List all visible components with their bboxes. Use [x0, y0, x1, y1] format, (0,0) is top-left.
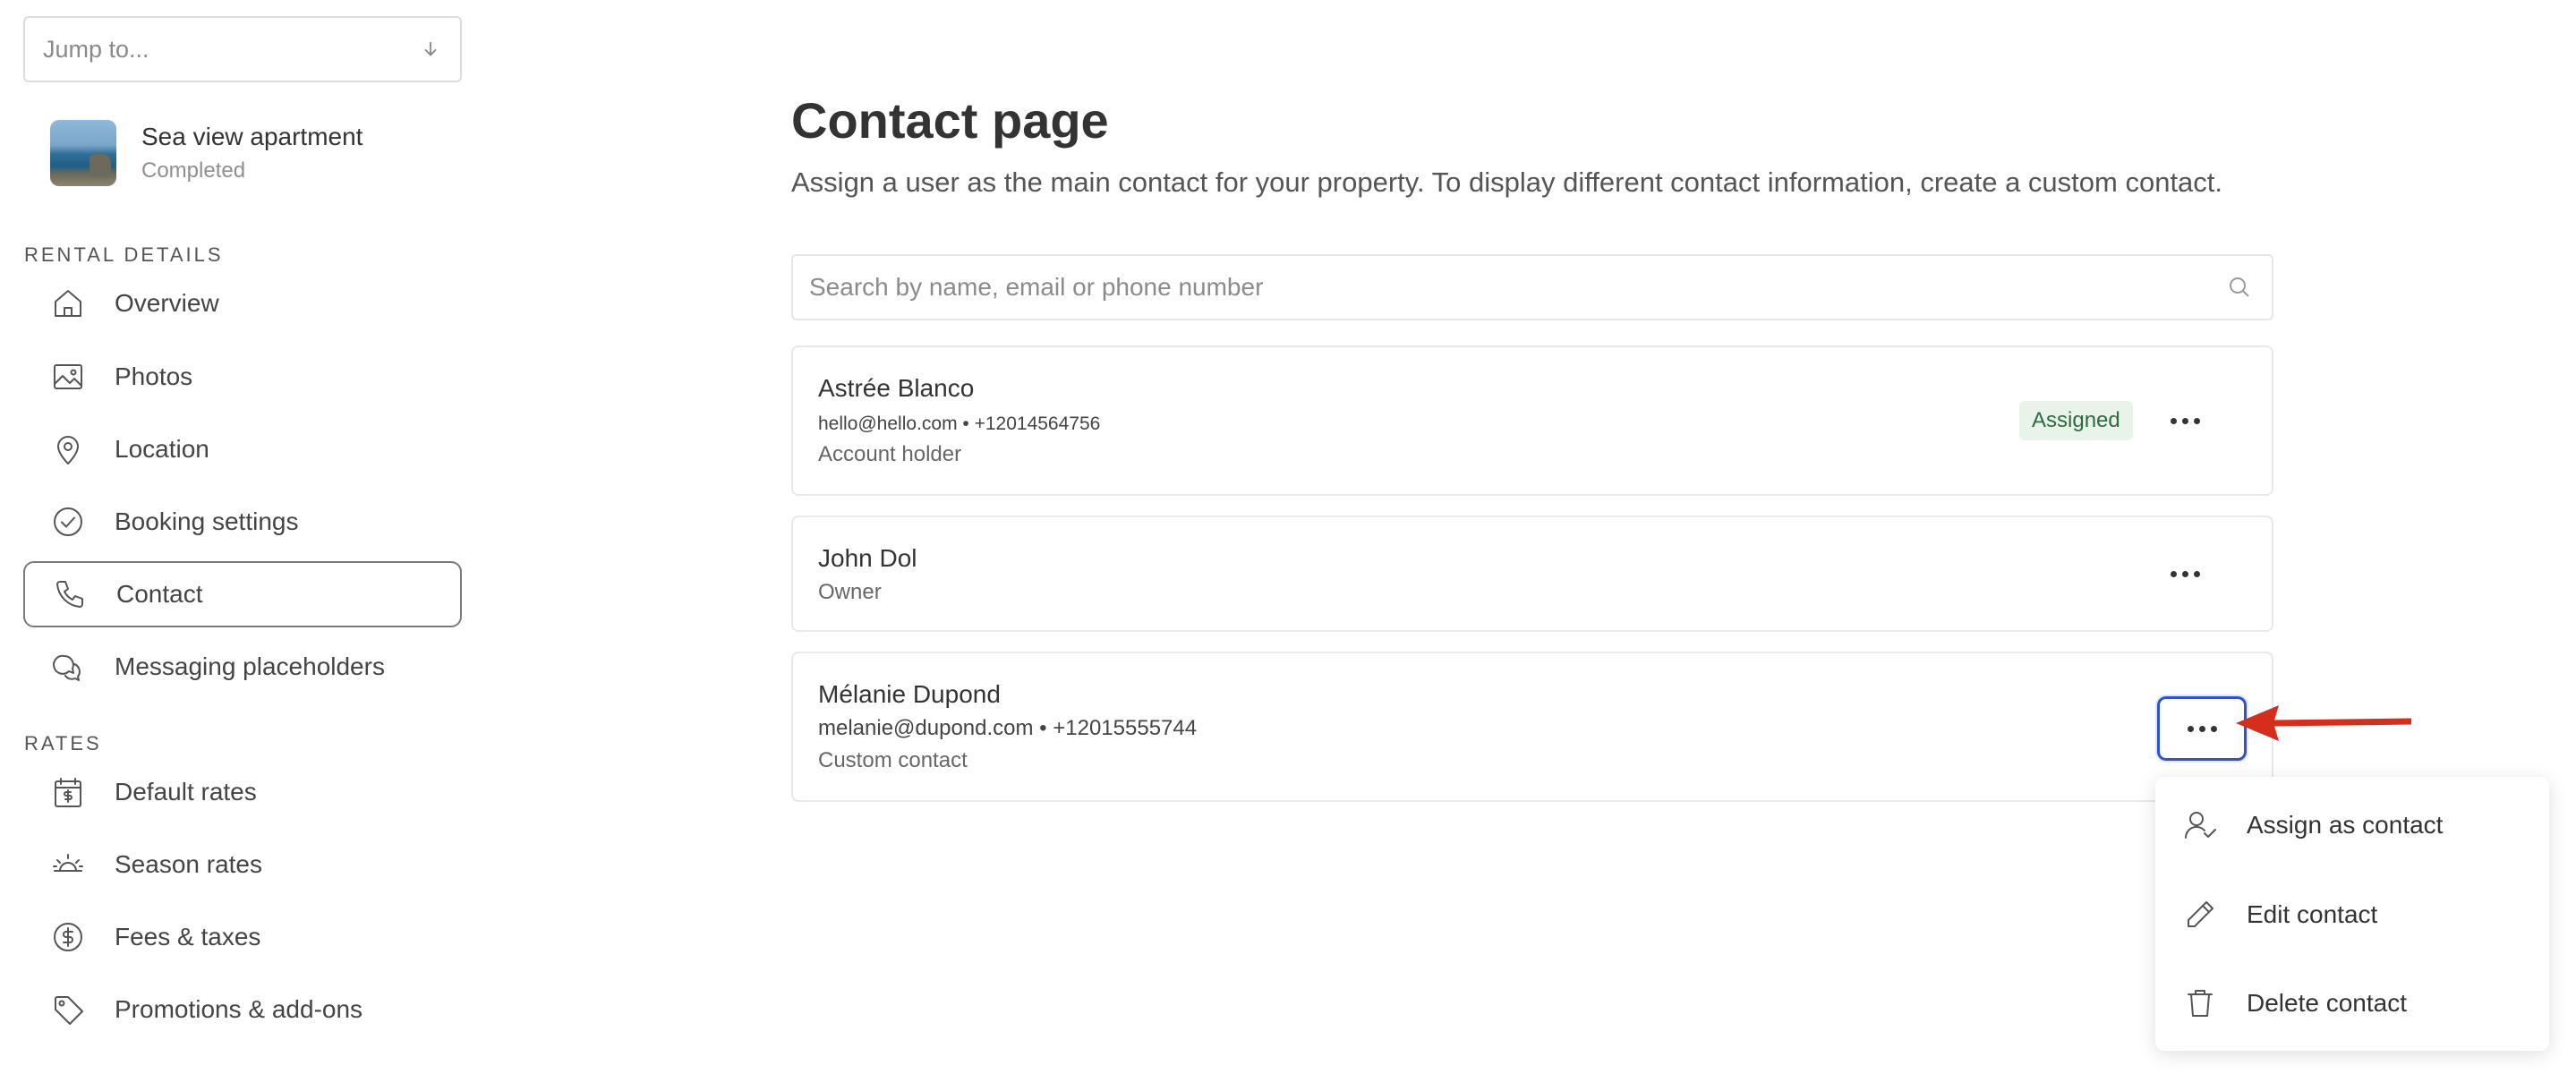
assign-user-icon: [2184, 812, 2216, 839]
contact-role: Account holder: [818, 442, 962, 466]
sidebar-item-fees-taxes[interactable]: Fees & taxes: [23, 904, 462, 970]
more-dots-icon: [2187, 725, 2194, 732]
check-circle-icon: [54, 507, 82, 536]
property-status: Completed: [141, 158, 246, 183]
contact-role: Owner: [818, 580, 882, 604]
more-dots-icon: [2170, 570, 2177, 577]
property-title: Sea view apartment: [141, 123, 363, 150]
sidebar-item-label: Messaging placeholders: [115, 652, 385, 680]
search-icon: [2230, 277, 2249, 297]
phone-icon: [56, 581, 83, 608]
menu-item-label: Delete contact: [2247, 989, 2407, 1017]
contact-card: Mélanie Dupond melanie@dupond.com • +120…: [791, 652, 2273, 802]
search-placeholder: Search by name, email or phone number: [809, 273, 1264, 301]
contact-name: Astrée Blanco: [818, 374, 975, 402]
jump-to-select[interactable]: Jump to...: [23, 16, 462, 82]
contact-card: John Dol Owner: [791, 516, 2273, 632]
more-dots-icon: [2170, 417, 2177, 424]
sidebar-item-label: Contact: [116, 580, 203, 608]
sidebar-item-label: Location: [115, 435, 209, 463]
sun-icon: [53, 854, 83, 872]
chat-bubbles-icon: [53, 654, 81, 681]
menu-item-delete-contact[interactable]: Delete contact: [2155, 967, 2549, 1039]
annotation-arrow-icon: [2236, 705, 2412, 741]
location-pin-icon: [57, 436, 79, 465]
contact-page: Jump to... Sea view apartment Completed …: [0, 0, 2576, 1074]
sidebar-item-label: Booking settings: [115, 507, 299, 535]
contact-card: Astrée Blanco hello@hello.com • +1201456…: [791, 345, 2273, 496]
menu-item-assign-as-contact[interactable]: Assign as contact: [2155, 789, 2549, 861]
home-icon: [55, 290, 81, 317]
sidebar-item-contact[interactable]: Contact: [23, 561, 462, 627]
status-badge: Assigned: [2019, 401, 2133, 440]
sidebar-item-label: Season rates: [115, 850, 262, 878]
more-options-button[interactable]: [2154, 556, 2216, 592]
dollar-circle-icon: [54, 923, 82, 951]
page-title: Contact page: [791, 92, 1109, 149]
sidebar-item-season-rates[interactable]: Season rates: [23, 831, 462, 898]
menu-item-label: Edit contact: [2247, 900, 2378, 928]
sidebar-item-messaging-placeholders[interactable]: Messaging placeholders: [23, 634, 462, 700]
contact-name: Mélanie Dupond: [818, 680, 1001, 708]
sidebar-item-photos[interactable]: Photos: [23, 344, 462, 410]
sidebar-item-label: Default rates: [115, 778, 257, 806]
arrow-down-icon: [424, 41, 437, 56]
search-input[interactable]: Search by name, email or phone number: [791, 254, 2273, 320]
menu-item-edit-contact[interactable]: Edit contact: [2155, 879, 2549, 950]
sidebar-item-promotions-add-ons[interactable]: Promotions & add-ons: [23, 976, 462, 1043]
sidebar-item-location[interactable]: Location: [23, 416, 462, 482]
more-options-button[interactable]: [2154, 403, 2216, 439]
menu-item-label: Assign as contact: [2247, 811, 2444, 839]
sidebar-item-label: Fees & taxes: [115, 923, 261, 950]
pencil-icon: [2188, 901, 2213, 927]
trash-icon: [2188, 990, 2213, 1017]
sidebar-item-label: Overview: [115, 289, 219, 317]
sidebar-item-default-rates[interactable]: Default rates: [23, 759, 462, 825]
section-title-rates: RATES: [24, 732, 102, 754]
property-header[interactable]: Sea view apartment Completed: [50, 120, 363, 186]
image-icon: [54, 364, 82, 389]
contact-role: Custom contact: [818, 748, 968, 772]
sidebar-item-label: Promotions & add-ons: [115, 995, 363, 1023]
sidebar-item-overview[interactable]: Overview: [23, 270, 462, 337]
contact-name: John Dol: [818, 544, 917, 572]
contact-details: hello@hello.com • +12014564756: [818, 413, 1101, 434]
page-description: Assign a user as the main contact for yo…: [791, 166, 2223, 198]
property-thumbnail: [50, 120, 116, 186]
contact-details: melanie@dupond.com • +12015555744: [818, 716, 1198, 740]
calendar-dollar-icon: [55, 778, 81, 807]
sidebar-item-label: Photos: [115, 362, 193, 390]
section-title-rental-details: RENTAL DETAILS: [24, 243, 224, 266]
tag-icon: [55, 996, 83, 1025]
sidebar-item-booking-settings[interactable]: Booking settings: [23, 489, 462, 555]
contact-options-menu: Assign as contact Edit contact Delete co…: [2155, 777, 2549, 1051]
jump-to-placeholder: Jump to...: [43, 35, 149, 63]
